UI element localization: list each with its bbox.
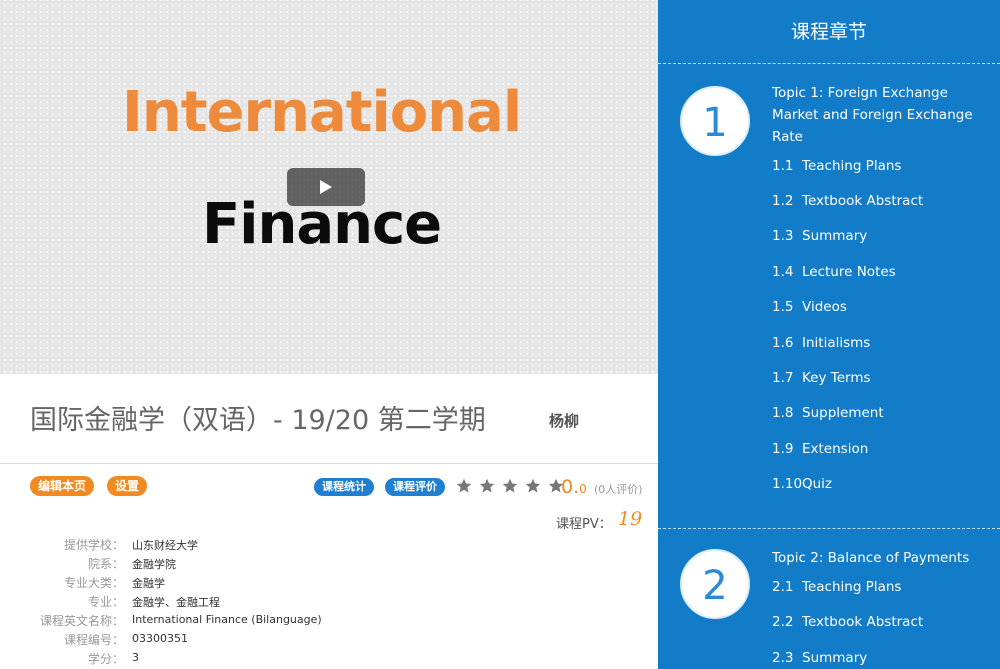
rating-score-decimal: 0 xyxy=(579,482,587,496)
chapter-number: 1.7 xyxy=(772,370,794,386)
course-review-button[interactable]: 课程评价 xyxy=(385,478,445,496)
settings-button[interactable]: 设置 xyxy=(107,476,148,496)
chapter-label: Textbook Abstract xyxy=(802,614,924,630)
info-label: 专业大类： xyxy=(63,576,124,590)
chapter-number: 1.10 xyxy=(772,476,803,492)
info-value: 03300351 xyxy=(132,632,188,645)
topic-title[interactable]: Topic 2: Balance of Payments xyxy=(772,547,992,569)
pv-value: 19 xyxy=(618,508,643,530)
divider xyxy=(0,463,658,464)
chapter-number: 1.2 xyxy=(772,193,794,209)
info-label: 专业： xyxy=(87,595,124,609)
star-icon[interactable] xyxy=(525,478,541,494)
chapter-label: Teaching Plans xyxy=(802,158,902,174)
chapter-label: Lecture Notes xyxy=(802,264,896,280)
chapter-number: 1.8 xyxy=(772,405,794,421)
info-row-course-code: 课程编号： 03300351 xyxy=(0,631,560,649)
edit-page-button[interactable]: 编辑本页 xyxy=(30,476,95,496)
info-row-english-name: 课程英文名称： International Finance (Bilanguag… xyxy=(0,612,560,630)
course-stats-button[interactable]: 课程统计 xyxy=(314,478,374,496)
info-label: 课程英文名称： xyxy=(39,614,124,628)
chapter-number: 1.5 xyxy=(772,299,794,315)
chapter-label: Summary xyxy=(802,650,868,666)
chapter-link[interactable]: 2.2 Textbook Abstract xyxy=(772,614,923,634)
chapter-number: 2.1 xyxy=(772,579,794,595)
play-button[interactable] xyxy=(287,168,365,206)
course-title: 国际金融学（双语）- 19/20 第二学期 xyxy=(30,405,486,436)
info-row-credits: 学分： 3 xyxy=(0,650,560,668)
chapter-link[interactable]: 1.2 Textbook Abstract xyxy=(772,193,923,213)
chapter-link[interactable]: 1.7 Key Terms xyxy=(772,370,871,390)
star-icon[interactable] xyxy=(502,478,518,494)
chapter-label: Extension xyxy=(802,441,869,457)
panel-title: 课程章节 xyxy=(790,21,867,43)
topic-number-badge[interactable]: 2 xyxy=(680,549,750,619)
chapter-number: 1.3 xyxy=(772,228,794,244)
chapter-link[interactable]: 1.3 Summary xyxy=(772,228,867,248)
chapter-label: Videos xyxy=(802,299,847,315)
pv-label: 课程PV： xyxy=(556,517,612,532)
video-player[interactable]: International Finance xyxy=(0,0,658,374)
star-icon[interactable] xyxy=(479,478,495,494)
chapter-label: Textbook Abstract xyxy=(802,193,924,209)
chapter-number: 1.6 xyxy=(772,335,794,351)
info-row-category: 专业大类： 金融学 xyxy=(0,574,560,592)
topic-title[interactable]: Topic 1: Foreign Exchange Market and For… xyxy=(772,82,992,148)
panel-divider xyxy=(658,63,1000,64)
cover-title-line1: International xyxy=(122,80,522,145)
chapter-link[interactable]: 1.4 Lecture Notes xyxy=(772,264,896,284)
info-label: 提供学校： xyxy=(63,538,124,552)
teacher-name[interactable]: 杨柳 xyxy=(549,410,579,431)
rating-score-main: 0. xyxy=(561,476,580,498)
chapter-link[interactable]: 2.1 Teaching Plans xyxy=(772,579,901,599)
info-value: 金融学 xyxy=(132,577,165,590)
chapter-link[interactable]: 1.9 Extension xyxy=(772,441,868,461)
chapter-number: 1.1 xyxy=(772,158,794,174)
chapter-link[interactable]: 2.3 Summary xyxy=(772,650,867,669)
rating-stars[interactable] xyxy=(456,478,566,494)
info-row-department: 院系： 金融学院 xyxy=(0,555,560,573)
info-row-school: 提供学校： 山东财经大学 xyxy=(0,536,560,554)
chapter-number: 2.2 xyxy=(772,614,794,630)
info-value: 山东财经大学 xyxy=(132,539,198,552)
topic-number-badge[interactable]: 1 xyxy=(680,86,750,156)
chapter-label: Summary xyxy=(802,228,868,244)
chapter-number: 1.4 xyxy=(772,264,794,280)
info-value: 3 xyxy=(132,651,139,664)
chapter-link[interactable]: 1.1 Teaching Plans xyxy=(772,158,901,178)
chapter-link[interactable]: 1.10Quiz xyxy=(772,476,832,496)
chapter-number: 1.9 xyxy=(772,441,794,457)
rating-score: 0.0 xyxy=(561,476,587,498)
chapter-label: Supplement xyxy=(802,405,884,421)
info-value: 金融学、金融工程 xyxy=(132,596,220,609)
chapter-label: Teaching Plans xyxy=(802,579,902,595)
chapter-label: Quiz xyxy=(802,476,833,492)
chapter-label: Initialisms xyxy=(802,335,871,351)
info-label: 学分： xyxy=(87,652,124,666)
chapter-link[interactable]: 1.5 Videos xyxy=(772,299,847,319)
chapter-number: 2.3 xyxy=(772,650,794,666)
info-row-major: 专业： 金融学、金融工程 xyxy=(0,593,560,611)
chapter-label: Key Terms xyxy=(802,370,871,386)
chapter-panel: 课程章节 1 Topic 1: Foreign Exchange Market … xyxy=(658,0,1000,669)
star-icon[interactable] xyxy=(456,478,472,494)
panel-divider xyxy=(658,528,1000,529)
chapter-link[interactable]: 1.8 Supplement xyxy=(772,405,884,425)
play-icon xyxy=(320,180,332,194)
info-value: International Finance (Bilanguage) xyxy=(132,613,322,626)
review-count: (0人评价) xyxy=(594,483,643,496)
info-label: 课程编号： xyxy=(63,633,124,647)
info-label: 院系： xyxy=(87,557,124,571)
info-value: 金融学院 xyxy=(132,558,176,571)
chapter-link[interactable]: 1.6 Initialisms xyxy=(772,335,870,355)
